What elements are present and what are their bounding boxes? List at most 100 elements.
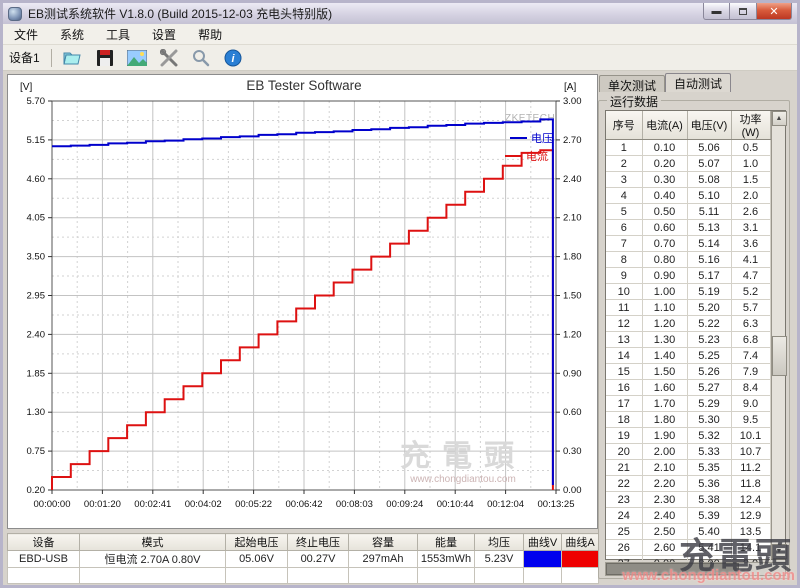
table-row[interactable]: 161.605.278.4 [606, 380, 770, 396]
device-selector[interactable]: 设备1 [3, 49, 46, 66]
grid-cell: 10 [606, 284, 642, 300]
grid-column-header: 序号 [606, 111, 642, 140]
table-row[interactable]: 171.705.299.0 [606, 396, 770, 412]
table-row[interactable]: 212.105.3511.2 [606, 460, 770, 476]
table-row[interactable]: 121.205.226.3 [606, 316, 770, 332]
grid-cell: 8.4 [731, 380, 770, 396]
summary-header-row: 设备模式起始电压终止电压容量能量均压曲线V曲线A [8, 534, 599, 551]
table-row[interactable]: 181.805.309.5 [606, 412, 770, 428]
vertical-scrollbar[interactable]: ▲ ▼ [771, 111, 786, 559]
svg-text:0.75: 0.75 [27, 446, 46, 457]
tab-auto-test[interactable]: 自动测试 [665, 73, 731, 92]
maximize-button[interactable] [730, 3, 757, 20]
titlebar: EB测试系统软件 V1.8.0 (Build 2015-12-03 充电头特别版… [3, 3, 797, 24]
screenshot-button[interactable] [124, 47, 150, 69]
grid-cell: 12 [606, 316, 642, 332]
svg-text:0.30: 0.30 [563, 446, 582, 457]
mode-value: 恒电流 2.70A 0.80V [80, 551, 226, 568]
table-row[interactable]: 20.205.071.0 [606, 156, 770, 172]
table-row[interactable]: 222.205.3611.8 [606, 476, 770, 492]
tab-single-test[interactable]: 单次测试 [599, 75, 665, 92]
grid-cell: 2.20 [642, 476, 687, 492]
grid-cell: 7.9 [731, 364, 770, 380]
grid-cell: 0.60 [642, 220, 687, 236]
table-row[interactable]: 131.305.236.8 [606, 332, 770, 348]
grid-cell: 23 [606, 492, 642, 508]
left-axis-unit: [V] [20, 82, 32, 93]
save-button[interactable] [92, 47, 118, 69]
svg-text:1.50: 1.50 [563, 291, 582, 302]
open-file-button[interactable] [60, 47, 86, 69]
scroll-down-button[interactable]: ▼ [772, 544, 787, 559]
grid-cell: 6.3 [731, 316, 770, 332]
grid-cell: 6.8 [731, 332, 770, 348]
grid-cell: 0.40 [642, 188, 687, 204]
legend-voltage: 电压 [531, 132, 553, 145]
grid-cell: 1.20 [642, 316, 687, 332]
close-button[interactable]: ✕ [757, 3, 792, 20]
menu-item-tools[interactable]: 工具 [95, 24, 141, 45]
table-row[interactable]: 111.105.205.7 [606, 300, 770, 316]
scrollbar-thumb[interactable] [772, 336, 787, 376]
minimize-button[interactable]: ▬ [703, 3, 730, 20]
table-row[interactable]: 141.405.257.4 [606, 348, 770, 364]
grid-cell: 10.7 [731, 444, 770, 460]
table-row[interactable]: 232.305.3812.4 [606, 492, 770, 508]
table-row[interactable]: 252.505.4013.5 [606, 524, 770, 540]
tools-button[interactable] [156, 47, 182, 69]
svg-text:2.40: 2.40 [27, 329, 46, 340]
grid-cell: 13.5 [731, 524, 770, 540]
grid-cell: 20 [606, 444, 642, 460]
table-row[interactable]: 101.005.195.2 [606, 284, 770, 300]
chart-panel: 充電頭www.chongdiantou.com5.705.154.604.053… [7, 74, 598, 529]
horizontal-scrollbar[interactable] [605, 562, 786, 576]
capacity-value: 297mAh [349, 551, 418, 568]
open-folder-icon [63, 50, 83, 66]
table-row[interactable]: 191.905.3210.1 [606, 428, 770, 444]
grid-cell: 21 [606, 460, 642, 476]
chart-watermark-logo: 充電頭 [400, 440, 526, 473]
table-row[interactable]: 202.005.3310.7 [606, 444, 770, 460]
svg-text:0.60: 0.60 [563, 407, 582, 418]
menu-item-settings[interactable]: 设置 [141, 24, 187, 45]
grid-cell: 5.14 [687, 236, 731, 252]
table-row[interactable]: 10.105.060.5 [606, 140, 770, 156]
table-row[interactable]: 151.505.267.9 [606, 364, 770, 380]
svg-text:2.95: 2.95 [27, 291, 46, 302]
grid-cell: 18 [606, 412, 642, 428]
grid-cell: 5.26 [687, 364, 731, 380]
menu-item-file[interactable]: 文件 [3, 24, 49, 45]
menu-item-system[interactable]: 系统 [49, 24, 95, 45]
svg-text:1.30: 1.30 [27, 407, 46, 418]
svg-text:00:00:00: 00:00:00 [34, 499, 71, 510]
svg-text:00:04:02: 00:04:02 [185, 499, 222, 510]
table-row[interactable]: 40.405.102.0 [606, 188, 770, 204]
svg-text:00:01:20: 00:01:20 [84, 499, 121, 510]
horizontal-scrollbar-thumb[interactable] [606, 563, 739, 575]
chart-watermark-url: www.chongdiantou.com [409, 474, 516, 485]
menu-item-help[interactable]: 帮助 [187, 24, 233, 45]
grid-cell: 5.41 [687, 540, 731, 556]
zoom-button[interactable] [188, 47, 214, 69]
table-row[interactable]: 262.605.4114.1 [606, 540, 770, 556]
grid-cell: 5.32 [687, 428, 731, 444]
image-icon [127, 50, 147, 66]
about-button[interactable]: i [220, 47, 246, 69]
avg-voltage-value: 5.23V [475, 551, 524, 568]
grid-cell: 0.10 [642, 140, 687, 156]
table-row[interactable]: 242.405.3912.9 [606, 508, 770, 524]
table-row[interactable]: 60.605.133.1 [606, 220, 770, 236]
grid-cell: 2.50 [642, 524, 687, 540]
grid-cell: 4.1 [731, 252, 770, 268]
table-row[interactable]: 50.505.112.6 [606, 204, 770, 220]
table-row[interactable]: 80.805.164.1 [606, 252, 770, 268]
grid-cell: 5.20 [687, 300, 731, 316]
table-row[interactable]: 90.905.174.7 [606, 268, 770, 284]
scroll-up-button[interactable]: ▲ [772, 111, 787, 126]
grid-cell: 2.10 [642, 460, 687, 476]
table-row[interactable]: 30.305.081.5 [606, 172, 770, 188]
table-row[interactable]: 70.705.143.6 [606, 236, 770, 252]
grid-cell: 9 [606, 268, 642, 284]
grid-cell: 13 [606, 332, 642, 348]
grid-cell: 1.0 [731, 156, 770, 172]
